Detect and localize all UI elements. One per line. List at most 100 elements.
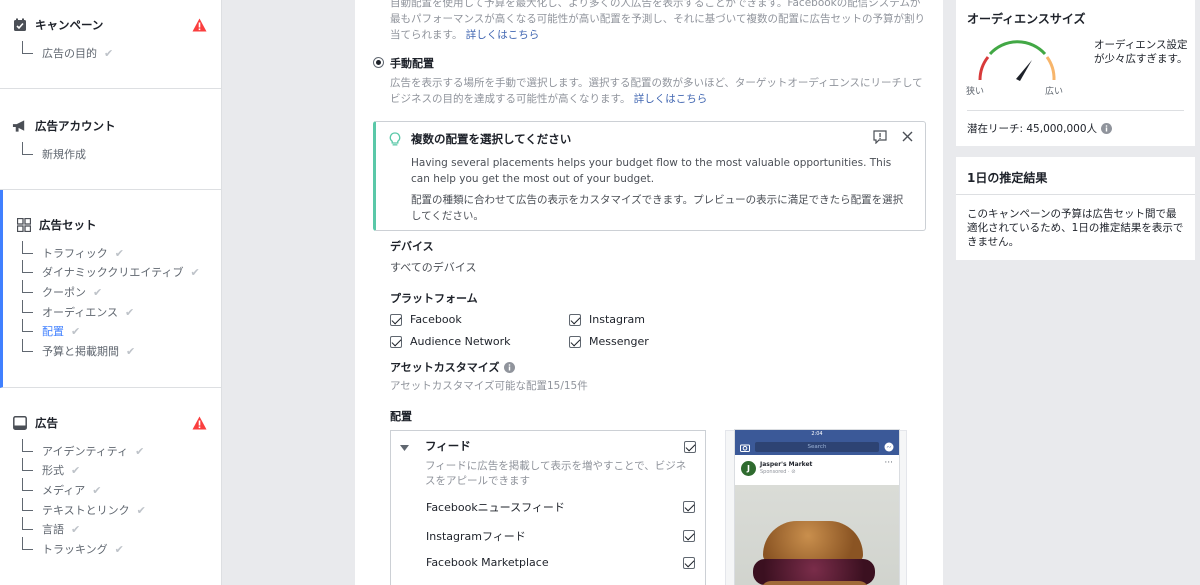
manual-placement-title[interactable]: 手動配置 [390,55,434,71]
check-icon: ✔ [71,463,81,477]
learn-more-link[interactable]: 詳しくはこちら [634,93,708,105]
lightbulb-icon [389,132,401,150]
sidebar-item-language[interactable]: 言語 ✔ [22,517,80,539]
sidebar-section-ad: 広告 アイデンティティ ✔ 形式 ✔ メディア ✔ テキストとリンク ✔ 言語 [0,388,221,585]
platform-messenger[interactable]: Messenger [569,335,649,348]
audience-size-description: オーディエンス設定が少々広すぎます。 [1094,39,1188,65]
audience-size-title: オーディエンスサイズ [967,12,1086,26]
feed-group-description: フィードに広告を掲載して表示を増やすことで、ビジネスをアピールできます [425,460,687,487]
platform-instagram[interactable]: Instagram [569,313,645,326]
check-icon: ✔ [135,444,145,458]
check-icon: ✔ [93,285,103,299]
sidebar-item-tracking[interactable]: トラッキング ✔ [22,537,124,559]
phone-frame: 2:04 Search J Jasper's Market Sponsored … [734,429,900,585]
ad-preview: 2:04 Search J Jasper's Market Sponsored … [725,429,907,585]
platform-label: Audience Network [410,335,511,348]
check-icon: ✔ [114,246,124,260]
sidebar-item-text-link[interactable]: テキストとリンク ✔ [22,498,146,520]
feedback-icon[interactable] [873,130,887,147]
sidebar-label-ad: 広告 [35,416,58,430]
checkbox-checked[interactable] [683,501,695,513]
checkbox-checked[interactable] [569,335,581,348]
sidebar-item-coupon[interactable]: クーポン ✔ [22,280,103,302]
close-icon[interactable] [902,131,913,145]
tree-connector [22,319,36,341]
feed-group-checkbox[interactable] [684,441,696,453]
feed-group-title[interactable]: フィード [425,438,471,454]
placement-marketplace[interactable]: Facebook Marketplace [426,556,695,569]
sidebar-item-label: 言語 [42,523,64,536]
info-icon[interactable] [1101,123,1112,134]
search-bar[interactable]: Search [755,442,879,452]
manual-placement-radio[interactable] [373,57,384,68]
placement-label: Facebook Marketplace [426,556,549,569]
platform-facebook[interactable]: Facebook [390,313,462,326]
tree-connector [22,517,36,539]
tree-connector [22,300,36,322]
sidebar-item-placements[interactable]: 配置 ✔ [22,319,81,341]
manual-placement-description: 広告を表示する場所を手動で選択します。選択する配置の数が多いほど、ターゲットオー… [390,75,925,107]
tree-connector [22,498,36,520]
sidebar-item-ad[interactable]: 広告 [12,414,58,432]
placement-instagram-feed[interactable]: Instagramフィード [426,528,695,544]
sidebar: キャンペーン 広告の目的 ✔ 広告アカウント 新規作成 広告セット トラフィック… [0,0,222,585]
sidebar-item-label: トラッキング [42,543,108,556]
sidebar-item-audience[interactable]: オーディエンス ✔ [22,300,134,322]
sidebar-item-campaign[interactable]: キャンペーン [12,16,103,34]
placements-panel: 自動配置を使用して予算を最大化し、より多くの人広告を表示することができます。Fa… [355,0,943,585]
checkbox-checked[interactable] [390,335,402,348]
megaphone-icon [12,119,27,134]
tip-callout: 複数の配置を選択してください Having several placements… [373,121,926,231]
tree-connector [22,458,36,480]
sidebar-item-format[interactable]: 形式 ✔ [22,458,81,480]
sidebar-item-adset[interactable]: 広告セット [16,216,97,234]
auto-placement-description: 自動配置を使用して予算を最大化し、より多くの人広告を表示することができます。Fa… [390,0,925,43]
sidebar-item-label: オーディエンス [42,306,119,319]
sidebar-item-objective[interactable]: 広告の目的 ✔ [22,41,113,63]
sidebar-item-media[interactable]: メディア ✔ [22,478,102,500]
sidebar-item-identity[interactable]: アイデンティティ ✔ [22,439,145,461]
campaign-icon [12,18,27,33]
placement-facebook-news-feed[interactable]: Facebookニュースフィード [426,499,695,515]
audience-size-card: オーディエンスサイズ 狭い 広い オーディエンス設定が少々広すぎます。 潜在リー… [956,0,1195,146]
asset-customization-title: アセットカスタマイズ [390,361,500,374]
sidebar-item-dynamic-creative[interactable]: ダイナミッククリエイティブ ✔ [22,260,200,282]
placements-label: 配置 [390,410,412,423]
sidebar-item-label: 広告の目的 [42,47,97,60]
tree-connector [22,142,36,164]
checkbox-checked[interactable] [569,313,581,326]
checkbox-checked[interactable] [683,530,695,542]
sidebar-label-adset: 広告セット [39,218,97,232]
tree-connector [22,537,36,559]
collapse-caret-icon[interactable] [400,441,409,454]
tree-connector [22,478,36,500]
callout-text-ja: 配置の種類に合わせて広告の表示をカスタマイズできます。プレビューの表示に満足でき… [411,194,904,222]
facebook-top-bar: Search [735,439,899,455]
check-icon: ✔ [126,344,136,358]
burger-bottom-bun [761,581,869,585]
asset-customization-count: アセットカスタマイズ可能な配置15/15件 [390,380,588,392]
sidebar-item-new[interactable]: 新規作成 [22,142,86,164]
learn-more-link[interactable]: 詳しくはこちら [466,29,540,41]
sidebar-item-label: メディア [42,484,86,497]
check-icon: ✔ [71,324,81,338]
platform-audience-network[interactable]: Audience Network [390,335,511,348]
check-icon: ✔ [92,483,102,497]
tree-connector [22,41,36,63]
sidebar-item-account[interactable]: 広告アカウント [12,117,116,135]
sidebar-item-traffic[interactable]: トラフィック ✔ [22,241,124,263]
sidebar-label-campaign: キャンペーン [35,18,104,32]
sidebar-item-label: 形式 [42,464,64,477]
sponsored-label: Sponsored · ⊘ [760,469,796,475]
sidebar-item-label: アイデンティティ [42,445,129,458]
checkbox-checked[interactable] [683,556,695,569]
info-icon[interactable] [504,361,516,373]
gauge-label-wide: 広い [1045,87,1064,97]
devices-dropdown[interactable]: すべてのデバイス [390,259,476,275]
devices-label: デバイス [390,240,434,253]
post-header: J Jasper's Market Sponsored · ⊘ ··· [735,455,899,485]
sidebar-label-account: 広告アカウント [35,119,116,133]
sidebar-item-budget[interactable]: 予算と掲載期間 ✔ [22,339,136,361]
checkbox-checked[interactable] [390,313,402,326]
potential-reach: 潜在リーチ: 45,000,000人 [967,121,1112,136]
